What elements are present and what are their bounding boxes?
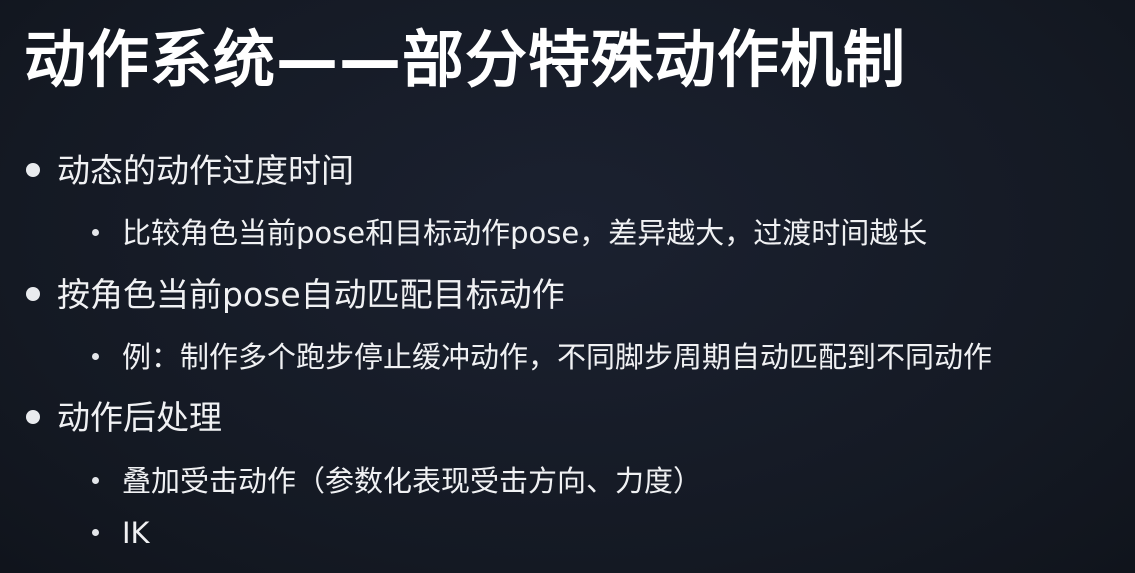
list-item-text: IK <box>122 516 150 550</box>
list-item: IK <box>92 513 150 553</box>
list-item-text: 动作后处理 <box>57 398 222 437</box>
list-item-text: 比较角色当前pose和目标动作pose，差异越大，过渡时间越长 <box>122 216 928 250</box>
slide-title: 动作系统——部分特殊动作机制 <box>24 23 907 96</box>
bullet-dot-icon <box>92 352 99 360</box>
bullet-dot-icon <box>92 528 99 536</box>
bullet-dot-icon <box>92 476 99 484</box>
bullet-dot-icon <box>92 228 99 236</box>
bullet-dot-icon <box>26 409 40 424</box>
list-item-text: 叠加受击动作（参数化表现受击方向、力度） <box>122 464 703 498</box>
list-item: 动作后处理 <box>26 396 222 440</box>
slide: 动作系统——部分特殊动作机制 动态的动作过度时间 比较角色当前pose和目标动作… <box>0 0 1135 573</box>
list-item-text: 按角色当前pose自动匹配目标动作 <box>57 275 565 314</box>
list-item-text: 例：制作多个跑步停止缓冲动作，不同脚步周期自动匹配到不同动作 <box>122 340 993 374</box>
list-item: 动态的动作过度时间 <box>26 149 354 193</box>
list-item-text: 动态的动作过度时间 <box>57 151 354 190</box>
list-item: 按角色当前pose自动匹配目标动作 <box>26 273 565 317</box>
bullet-dot-icon <box>26 286 40 301</box>
list-item: 例：制作多个跑步停止缓冲动作，不同脚步周期自动匹配到不同动作 <box>92 337 992 377</box>
bullet-dot-icon <box>26 162 40 177</box>
list-item: 比较角色当前pose和目标动作pose，差异越大，过渡时间越长 <box>92 213 927 253</box>
list-item: 叠加受击动作（参数化表现受击方向、力度） <box>92 461 702 501</box>
